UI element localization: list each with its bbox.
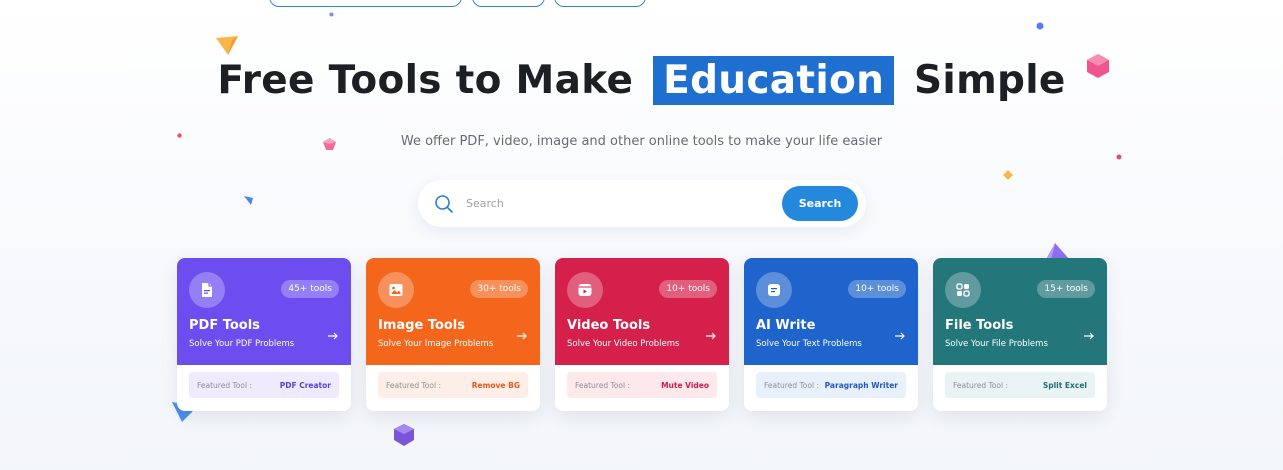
tool-count-badge: 30+ tools xyxy=(470,280,528,298)
arrow-right-icon[interactable] xyxy=(516,330,528,342)
card-subtitle: Solve Your PDF Problems xyxy=(189,339,295,349)
title-start: Free Tools to Make xyxy=(217,58,634,103)
file-icon xyxy=(945,272,981,308)
page-subtitle: We offer PDF, video, image and other onl… xyxy=(400,134,883,149)
card-header: 10+ tools Video Tools Solve Your Video P… xyxy=(555,258,729,365)
tool-count-badge: 10+ tools xyxy=(659,280,717,298)
featured-label: Featured Tool : xyxy=(953,380,1008,390)
page-title: Free Tools to Make Education Simple xyxy=(0,56,1283,105)
tool-count-badge: 10+ tools xyxy=(848,280,906,298)
card-header: 15+ tools File Tools Solve Your File Pro… xyxy=(933,258,1107,365)
card-ai-write[interactable]: 10+ tools AI Write Solve Your Text Probl… xyxy=(744,258,918,411)
decor-dot xyxy=(329,12,334,17)
featured-tool-row: Featured Tool : Split Excel xyxy=(945,372,1095,398)
card-header: 10+ tools AI Write Solve Your Text Probl… xyxy=(744,258,918,365)
top-nav-pill[interactable] xyxy=(472,0,545,7)
card-image-tools[interactable]: 30+ tools Image Tools Solve Your Image P… xyxy=(366,258,540,411)
search-button[interactable]: Search xyxy=(782,186,858,221)
featured-tool-link[interactable]: PDF Creator xyxy=(280,381,331,390)
card-title: PDF Tools xyxy=(189,318,260,333)
arrow-right-icon[interactable] xyxy=(327,330,339,342)
featured-label: Featured Tool : xyxy=(197,380,252,390)
search-input[interactable] xyxy=(466,192,766,214)
card-file-tools[interactable]: 15+ tools File Tools Solve Your File Pro… xyxy=(933,258,1107,411)
search-bar: Search xyxy=(418,180,866,227)
featured-tool-row: Featured Tool : Paragraph Writer xyxy=(756,372,906,398)
card-title: Image Tools xyxy=(378,318,466,333)
arrow-right-icon[interactable] xyxy=(1083,330,1095,342)
card-header: 30+ tools Image Tools Solve Your Image P… xyxy=(366,258,540,365)
featured-tool-row: Featured Tool : Remove BG xyxy=(378,372,528,398)
top-nav-pill[interactable] xyxy=(554,0,646,7)
image-icon xyxy=(378,272,414,308)
card-title: Video Tools xyxy=(567,318,651,333)
ai-write-icon xyxy=(756,272,792,308)
decor-square-orange xyxy=(1003,170,1013,180)
featured-tool-link[interactable]: Mute Video xyxy=(661,381,709,390)
arrow-right-icon[interactable] xyxy=(894,330,906,342)
search-icon xyxy=(435,195,453,213)
decor-dot xyxy=(1036,22,1044,30)
video-icon xyxy=(567,272,603,308)
card-subtitle: Solve Your Video Problems xyxy=(567,339,680,349)
featured-tool-link[interactable]: Remove BG xyxy=(472,381,520,390)
tool-count-badge: 15+ tools xyxy=(1037,280,1095,298)
card-subtitle: Solve Your Text Problems xyxy=(756,339,862,349)
card-video-tools[interactable]: 10+ tools Video Tools Solve Your Video P… xyxy=(555,258,729,411)
featured-label: Featured Tool : xyxy=(764,380,819,390)
decor-dot xyxy=(1116,154,1122,160)
tool-category-cards: 45+ tools PDF Tools Solve Your PDF Probl… xyxy=(177,258,1107,411)
card-subtitle: Solve Your Image Problems xyxy=(378,339,494,349)
arrow-right-icon[interactable] xyxy=(705,330,717,342)
featured-tool-row: Featured Tool : Mute Video xyxy=(567,372,717,398)
featured-tool-link[interactable]: Split Excel xyxy=(1043,381,1087,390)
featured-tool-link[interactable]: Paragraph Writer xyxy=(825,381,898,390)
decor-cube-purple xyxy=(394,424,414,446)
featured-tool-row: Featured Tool : PDF Creator xyxy=(189,372,339,398)
top-nav-pill[interactable] xyxy=(269,0,462,7)
featured-label: Featured Tool : xyxy=(386,380,441,390)
card-header: 45+ tools PDF Tools Solve Your PDF Probl… xyxy=(177,258,351,365)
card-title: File Tools xyxy=(945,318,1014,333)
featured-label: Featured Tool : xyxy=(575,380,630,390)
decor-triangle-yellow xyxy=(216,36,238,55)
title-highlight: Education xyxy=(653,56,895,105)
title-end: Simple xyxy=(914,58,1066,103)
pdf-icon xyxy=(189,272,225,308)
tool-count-badge: 45+ tools xyxy=(281,280,339,298)
decor-triangle-blue xyxy=(244,196,253,205)
card-pdf-tools[interactable]: 45+ tools PDF Tools Solve Your PDF Probl… xyxy=(177,258,351,411)
card-title: AI Write xyxy=(756,318,816,333)
card-subtitle: Solve Your File Problems xyxy=(945,339,1048,349)
